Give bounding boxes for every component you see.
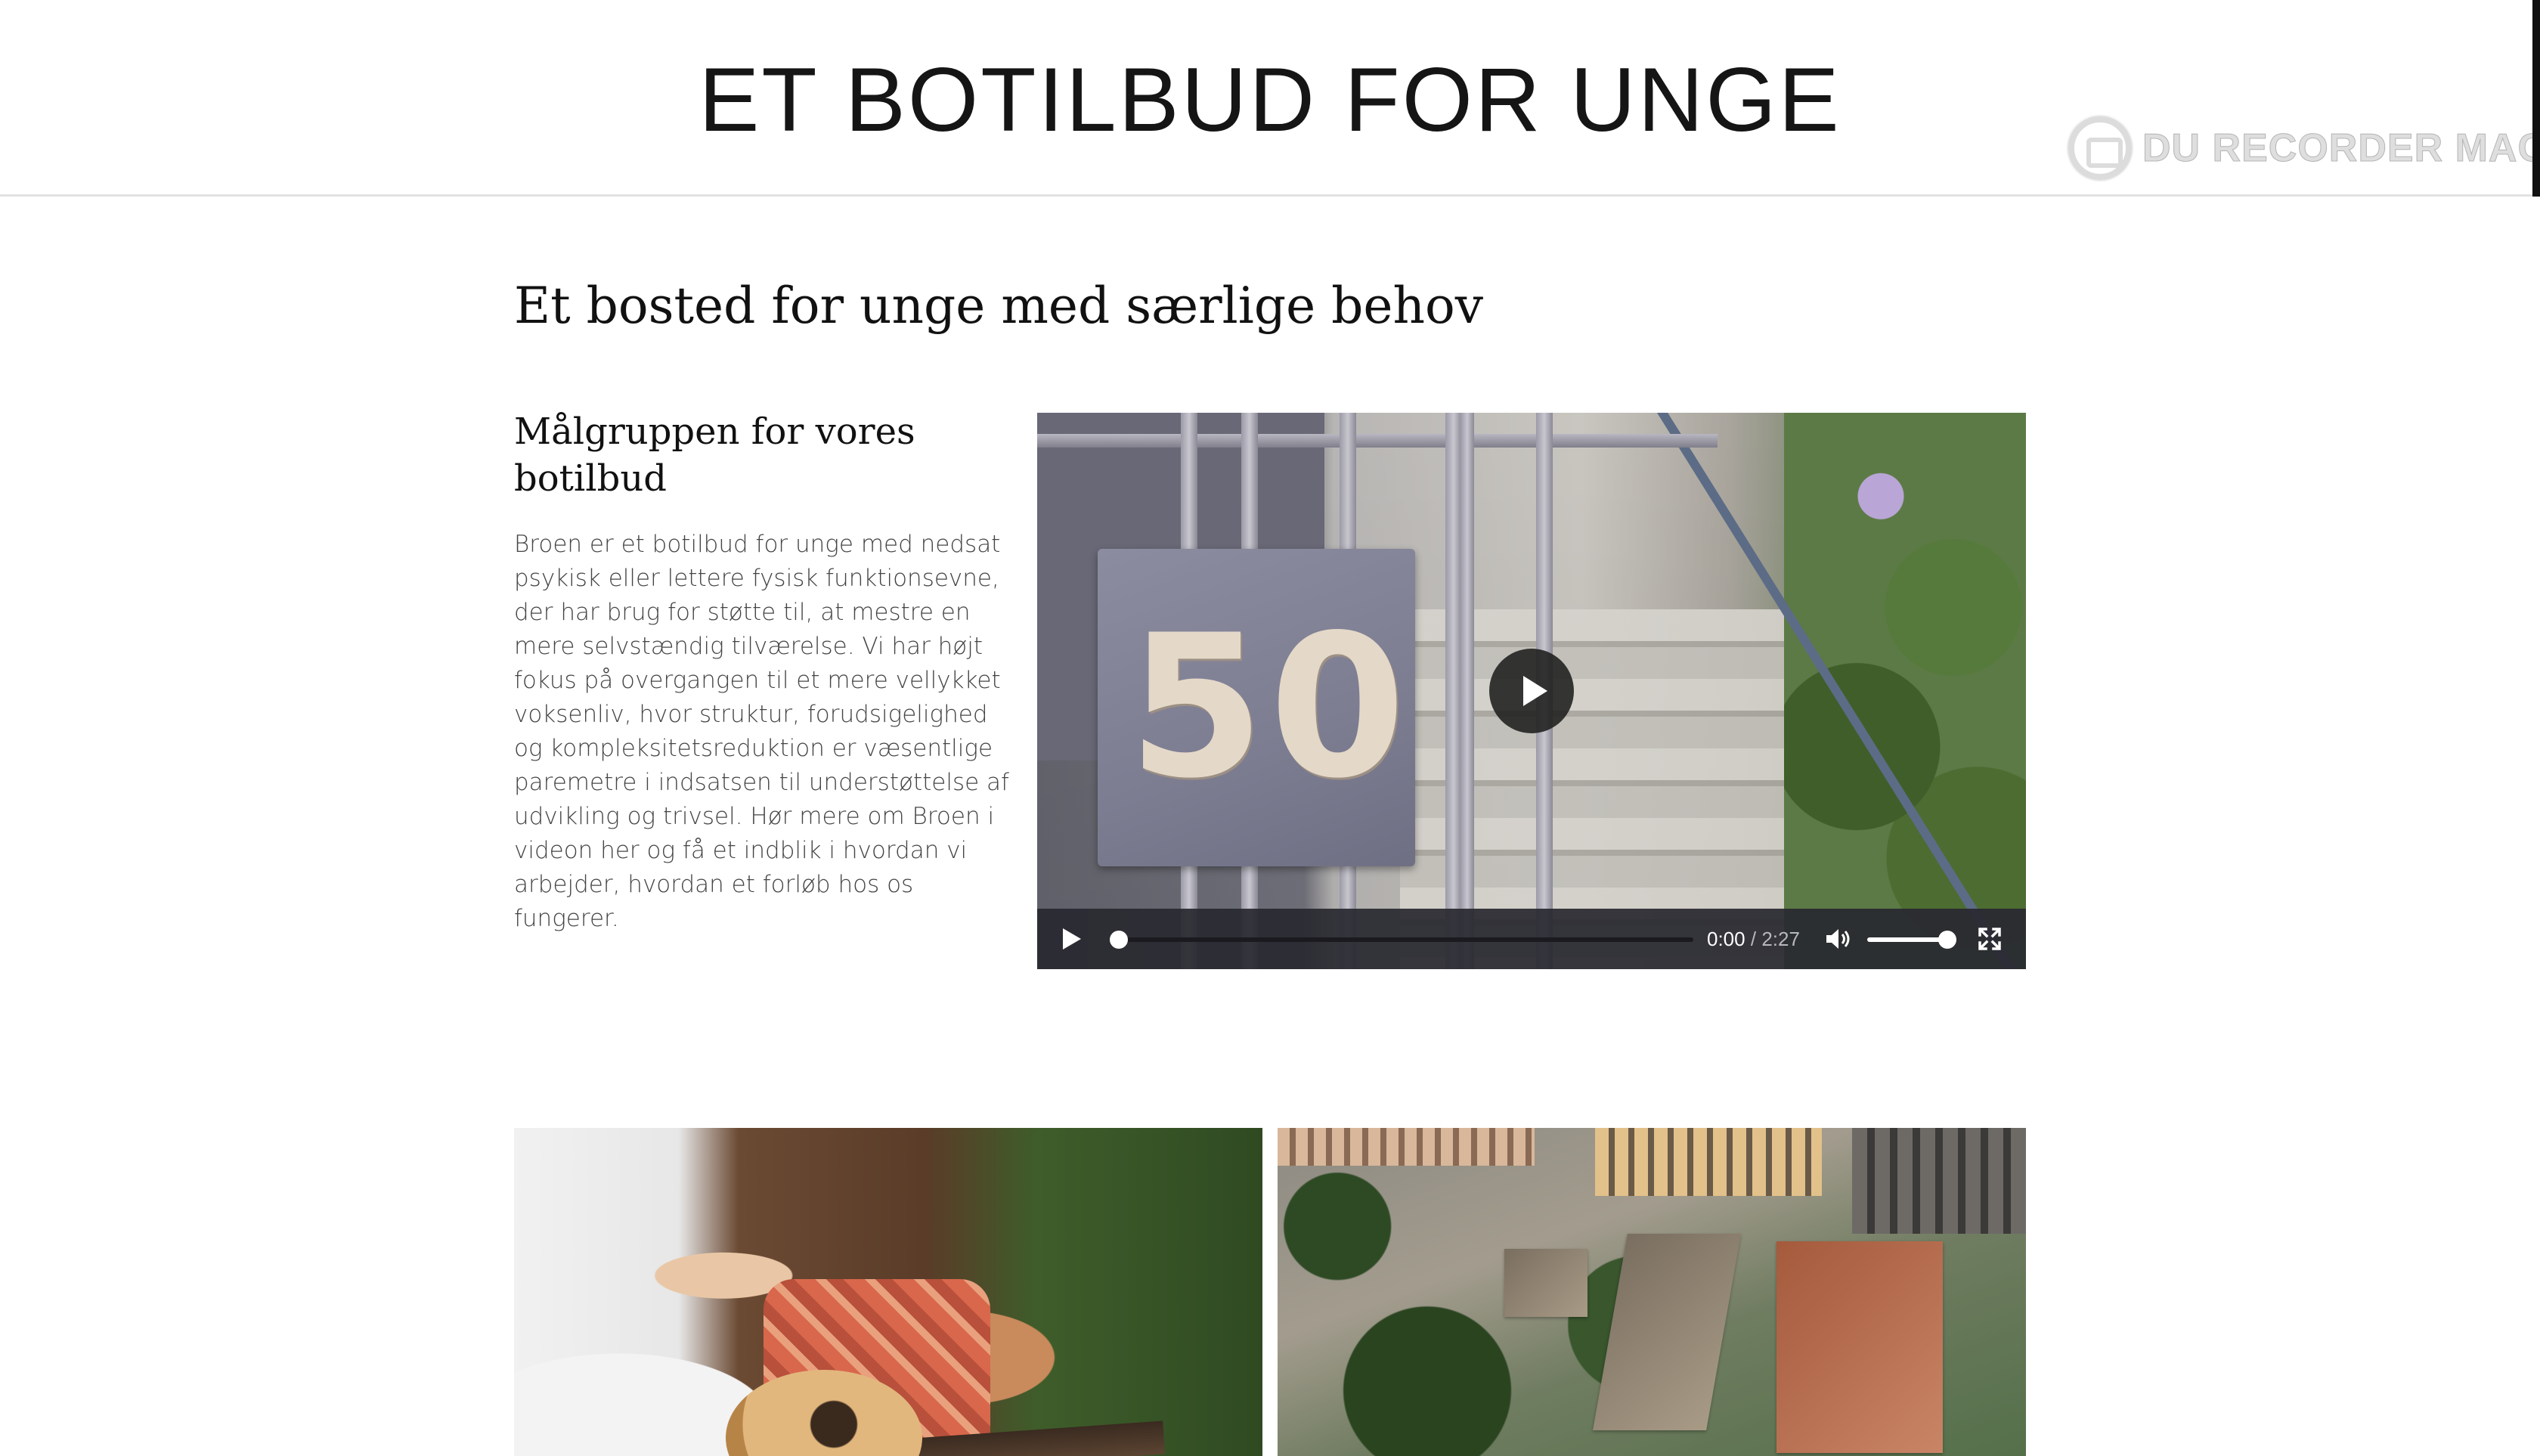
progress-slider[interactable] bbox=[1110, 931, 1693, 949]
photo-detail bbox=[1852, 1128, 2026, 1234]
poster-foliage bbox=[1784, 413, 2026, 969]
video-controls: 0:00 / 2:27 bbox=[1037, 909, 2026, 969]
volume-handle[interactable] bbox=[1938, 931, 1956, 949]
photo-detail bbox=[1278, 1128, 1535, 1166]
current-time: 0:00 bbox=[1707, 928, 1745, 950]
poster-fence-bar bbox=[1460, 413, 1474, 969]
recorder-watermark: DU RECORDER MAC bbox=[2068, 115, 2540, 181]
poster-fence-bar bbox=[1445, 413, 1462, 969]
section-body-text: Broen er et botilbud for unge med nedsat… bbox=[514, 531, 1009, 932]
camera-icon bbox=[2068, 116, 2132, 180]
time-separator: / bbox=[1750, 928, 1757, 950]
photo-detail bbox=[1593, 1234, 1741, 1430]
photo-detail bbox=[1595, 1128, 1822, 1196]
duration: 2:27 bbox=[1761, 928, 1800, 950]
fullscreen-icon[interactable] bbox=[1978, 927, 2002, 951]
big-play-button[interactable] bbox=[1489, 649, 1574, 733]
volume-slider[interactable] bbox=[1867, 931, 1956, 949]
progress-handle[interactable] bbox=[1110, 931, 1128, 949]
video-player[interactable]: 50 0:00 / 2:27 bbox=[1037, 413, 2026, 969]
poster-sign-number: 50 bbox=[1128, 593, 1411, 822]
time-display: 0:00 / 2:27 bbox=[1707, 925, 1800, 953]
photo-guitar-players bbox=[514, 1128, 1262, 1456]
photo-aerial-buildings bbox=[1278, 1128, 2026, 1456]
play-icon[interactable] bbox=[1063, 928, 1081, 949]
watermark-text: DU RECORDER MAC bbox=[2142, 126, 2540, 171]
volume-icon[interactable] bbox=[1825, 927, 1852, 951]
window-edge bbox=[2532, 0, 2540, 197]
poster-number-sign: 50 bbox=[1098, 549, 1415, 866]
photo-detail bbox=[1504, 1249, 1588, 1317]
section-heading: Målgruppen for vores botilbud bbox=[514, 410, 915, 500]
photo-detail bbox=[1776, 1241, 1943, 1453]
poster-fence-rail bbox=[1037, 434, 1718, 448]
page-heading: Et bosted for unge med særlige behov bbox=[514, 277, 1484, 335]
site-header: ET BOTILBUD FOR UNGE DU RECORDER MAC bbox=[0, 0, 2540, 197]
